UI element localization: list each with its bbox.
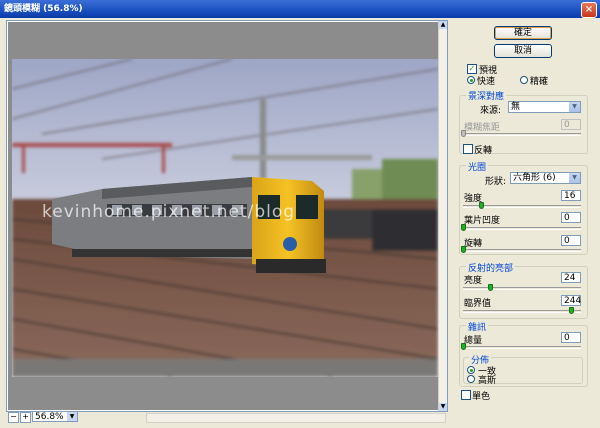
blur-focal-label: 模糊焦距	[464, 123, 501, 133]
ok-button[interactable]: 確定	[494, 26, 552, 40]
monochromatic-checkbox[interactable]	[461, 390, 471, 400]
horizontal-scrollbar[interactable]	[146, 413, 446, 423]
iris-shape-value: 六角形 (6)	[513, 173, 556, 183]
chevron-down-icon: ▼	[569, 173, 580, 183]
iris-curvature-slider-thumb[interactable]	[461, 224, 466, 231]
chevron-down-icon: ▼	[569, 102, 580, 112]
invert-label: 反轉	[474, 146, 493, 156]
depth-source-select[interactable]: 無 ▼	[508, 101, 581, 113]
scroll-down-icon[interactable]: ▼	[439, 403, 447, 411]
iris-shape-label: 形狀:	[485, 177, 507, 187]
iris-shape-select[interactable]: 六角形 (6) ▼	[510, 172, 581, 184]
iris-rotation-label: 旋轉	[464, 239, 483, 249]
chevron-down-icon: ▼	[67, 412, 77, 421]
specular-brightness-field[interactable]: 24	[561, 272, 581, 283]
iris-curvature-slider[interactable]	[461, 224, 581, 231]
iris-radius-slider-thumb[interactable]	[479, 202, 485, 209]
specular-threshold-slider[interactable]	[463, 307, 581, 314]
specular-brightness-slider[interactable]	[463, 284, 581, 291]
specular-threshold-label: 臨界值	[464, 299, 492, 309]
distribution-gaussian-radio[interactable]	[467, 375, 475, 383]
scroll-up-icon[interactable]: ▲	[439, 21, 447, 29]
preview-fast-radio[interactable]	[467, 76, 475, 84]
distribution-uniform-radio[interactable]	[467, 366, 475, 374]
status-bar: − + 56.8% ▼	[6, 411, 448, 425]
cancel-button[interactable]: 取消	[494, 44, 552, 58]
distribution-gaussian-label: 高斯	[478, 376, 497, 386]
iris-rotation-slider[interactable]	[461, 246, 581, 253]
watermark-text: kevinhome.pixnet.net/blog	[42, 202, 296, 222]
zoom-value: 56.8%	[35, 412, 64, 422]
preview-accurate-radio[interactable]	[520, 76, 528, 84]
depth-map-title: 景深對應	[466, 89, 507, 102]
preview-image: kevinhome.pixnet.net/blog	[12, 59, 438, 377]
specular-threshold-slider-thumb[interactable]	[569, 307, 575, 314]
iris-curvature-field[interactable]: 0	[561, 212, 581, 223]
preview-canvas[interactable]: kevinhome.pixnet.net/blog	[8, 22, 440, 410]
blur-focal-slider[interactable]	[461, 130, 581, 137]
preview-checkbox[interactable]: ✓	[467, 64, 477, 74]
blur-focal-slider-thumb[interactable]	[461, 130, 466, 137]
noise-title: 雜訊	[466, 320, 489, 333]
invert-checkbox[interactable]	[463, 144, 473, 154]
specular-threshold-field[interactable]: 244	[561, 295, 581, 306]
window-title: 鏡頭模糊 (56.8%)	[4, 4, 83, 14]
noise-amount-slider-thumb[interactable]	[461, 343, 466, 350]
iris-radius-field[interactable]: 16	[561, 190, 581, 201]
specular-brightness-slider-thumb[interactable]	[488, 284, 494, 291]
blur-focal-field[interactable]: 0	[561, 119, 581, 130]
preview-accurate-label: 精確	[530, 77, 549, 87]
iris-title: 光圈	[466, 160, 489, 173]
close-icon[interactable]: ×	[581, 2, 597, 18]
depth-source-value: 無	[511, 102, 521, 112]
window-titlebar: 鏡頭模糊 (56.8%) ×	[0, 0, 600, 18]
iris-radius-slider[interactable]	[463, 202, 581, 209]
zoom-out-button[interactable]: −	[8, 412, 19, 423]
noise-amount-slider[interactable]	[461, 343, 581, 350]
noise-amount-label: 總量	[464, 336, 483, 346]
noise-amount-field[interactable]: 0	[561, 332, 581, 343]
zoom-in-button[interactable]: +	[20, 412, 31, 423]
preview-fast-label: 快速	[477, 77, 496, 87]
depth-source-label: 來源:	[480, 106, 502, 116]
preview-pane: kevinhome.pixnet.net/blog ▲ ▼	[6, 20, 448, 412]
monochromatic-label: 單色	[472, 392, 491, 402]
zoom-select[interactable]: 56.8% ▼	[32, 411, 78, 422]
iris-rotation-slider-thumb[interactable]	[461, 246, 466, 253]
specular-brightness-label: 亮度	[464, 276, 483, 286]
iris-curvature-label: 葉片凹度	[464, 216, 501, 226]
vertical-scrollbar[interactable]: ▲ ▼	[438, 21, 447, 411]
iris-rotation-field[interactable]: 0	[561, 235, 581, 246]
